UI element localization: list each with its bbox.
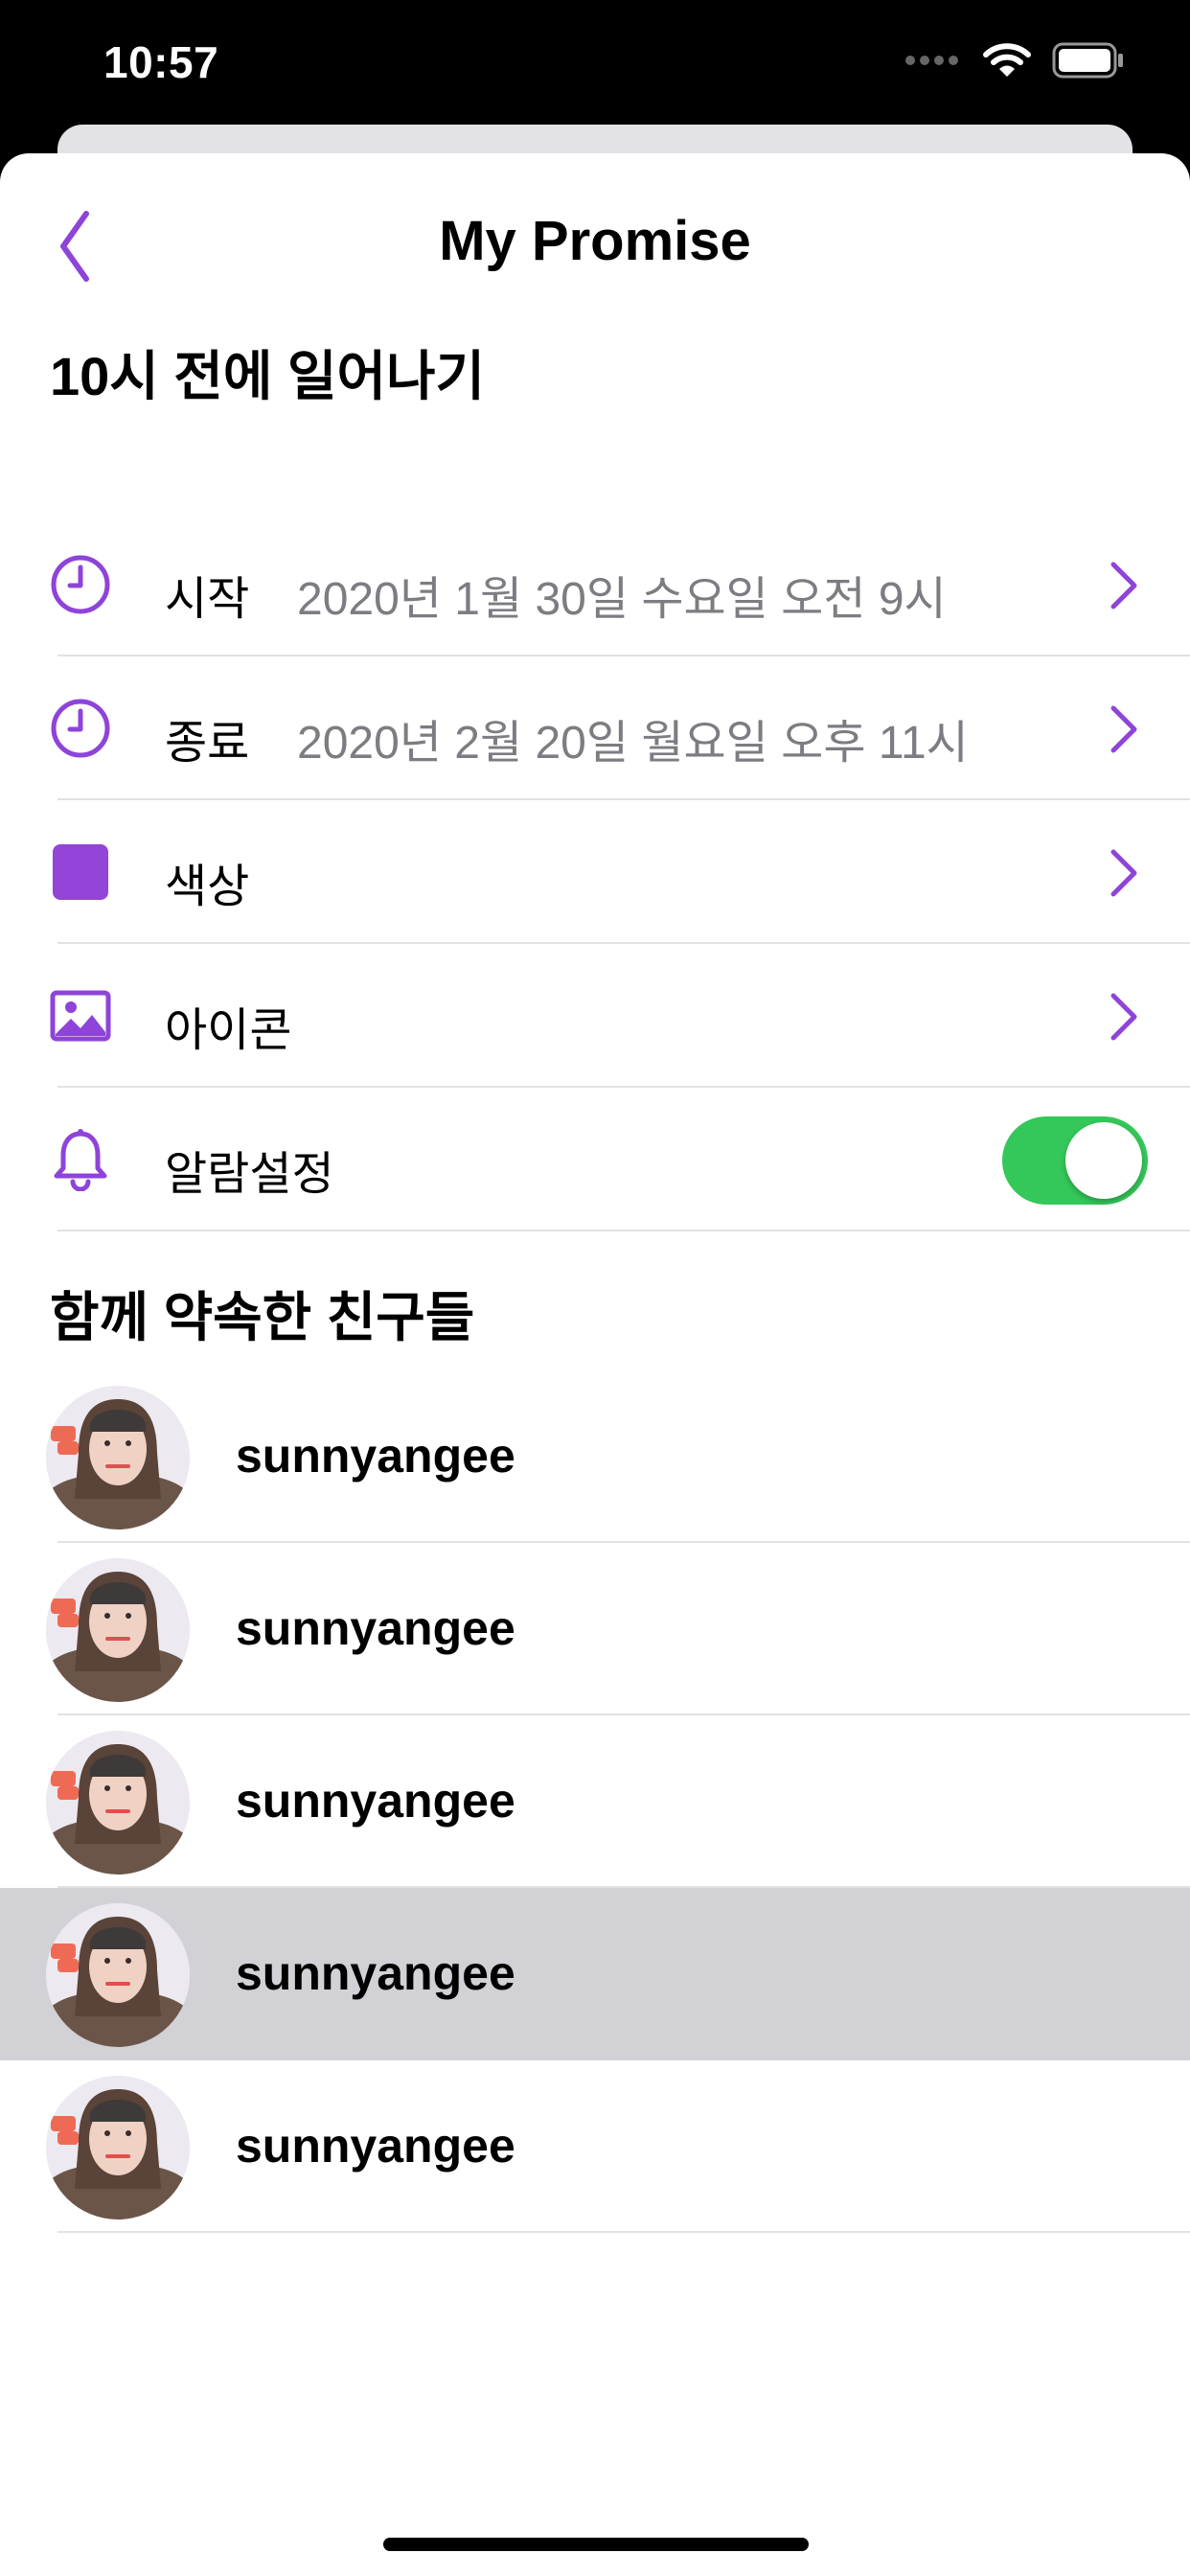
start-date-row[interactable]: 시작 2020년 1월 30일 수요일 오전 9시 <box>0 513 1190 656</box>
alarm-label: 알람설정 <box>165 1149 334 1200</box>
friend-name: sunnyangee <box>236 1774 515 1828</box>
end-value: 2020년 2월 20일 월요일 오후 11시 <box>297 718 969 769</box>
avatar <box>46 1386 190 1530</box>
avatar <box>46 1558 190 1702</box>
alarm-row: 알람설정 <box>0 1088 1190 1231</box>
status-icons <box>904 42 1125 79</box>
row-divider <box>57 2231 1190 2233</box>
wifi-icon <box>983 43 1031 77</box>
page-title: My Promise <box>439 210 751 272</box>
toggle-knob <box>1065 1122 1142 1199</box>
avatar <box>46 2076 190 2220</box>
nav-bar: My Promise <box>0 153 1190 326</box>
friend-row[interactable]: sunnyangee <box>0 2060 1190 2233</box>
alarm-toggle[interactable] <box>1002 1116 1148 1205</box>
color-row[interactable]: 색상 <box>0 800 1190 944</box>
chevron-right-icon <box>1110 562 1137 610</box>
start-value: 2020년 1월 30일 수요일 오전 9시 <box>297 574 947 625</box>
color-swatch-icon <box>50 841 111 903</box>
bell-icon <box>50 1129 111 1191</box>
chevron-right-icon <box>1110 705 1137 753</box>
avatar <box>46 1731 190 1874</box>
image-icon <box>50 985 111 1046</box>
cellular-signal-icon <box>905 56 958 65</box>
avatar <box>46 1903 190 2047</box>
end-label: 종료 <box>165 718 250 769</box>
clock-icon <box>50 698 111 759</box>
icon-label: 아이콘 <box>165 1005 292 1056</box>
clock-icon <box>50 554 111 615</box>
friend-name: sunnyangee <box>236 1601 515 1655</box>
friends-title: 함께 약속한 친구들 <box>50 1287 475 1347</box>
start-label: 시작 <box>165 574 250 625</box>
end-date-row[interactable]: 종료 2020년 2월 20일 월요일 오후 11시 <box>0 656 1190 800</box>
friend-row-selected[interactable]: sunnyangee <box>0 1888 1190 2060</box>
promise-title: 10시 전에 일어나기 <box>50 346 486 406</box>
status-time: 10:57 <box>103 37 219 87</box>
friend-row[interactable]: sunnyangee <box>0 1715 1190 1888</box>
battery-icon <box>1052 42 1123 79</box>
icon-row[interactable]: 아이콘 <box>0 944 1190 1088</box>
friend-name: sunnyangee <box>236 1946 515 2000</box>
promise-sheet: My Promise 10시 전에 일어나기 시작 2020년 1월 30일 수… <box>0 153 1190 2576</box>
chevron-right-icon <box>1110 849 1137 897</box>
friend-name: sunnyangee <box>236 1429 515 1483</box>
friend-name: sunnyangee <box>236 2119 515 2173</box>
color-label: 색상 <box>165 862 250 912</box>
chevron-right-icon <box>1110 993 1137 1041</box>
row-divider <box>57 1230 1190 1231</box>
home-indicator <box>383 2538 809 2551</box>
friend-row[interactable]: sunnyangee <box>0 1543 1190 1715</box>
status-bar: 10:57 <box>0 0 1190 125</box>
friend-row[interactable]: sunnyangee <box>0 1370 1190 1543</box>
